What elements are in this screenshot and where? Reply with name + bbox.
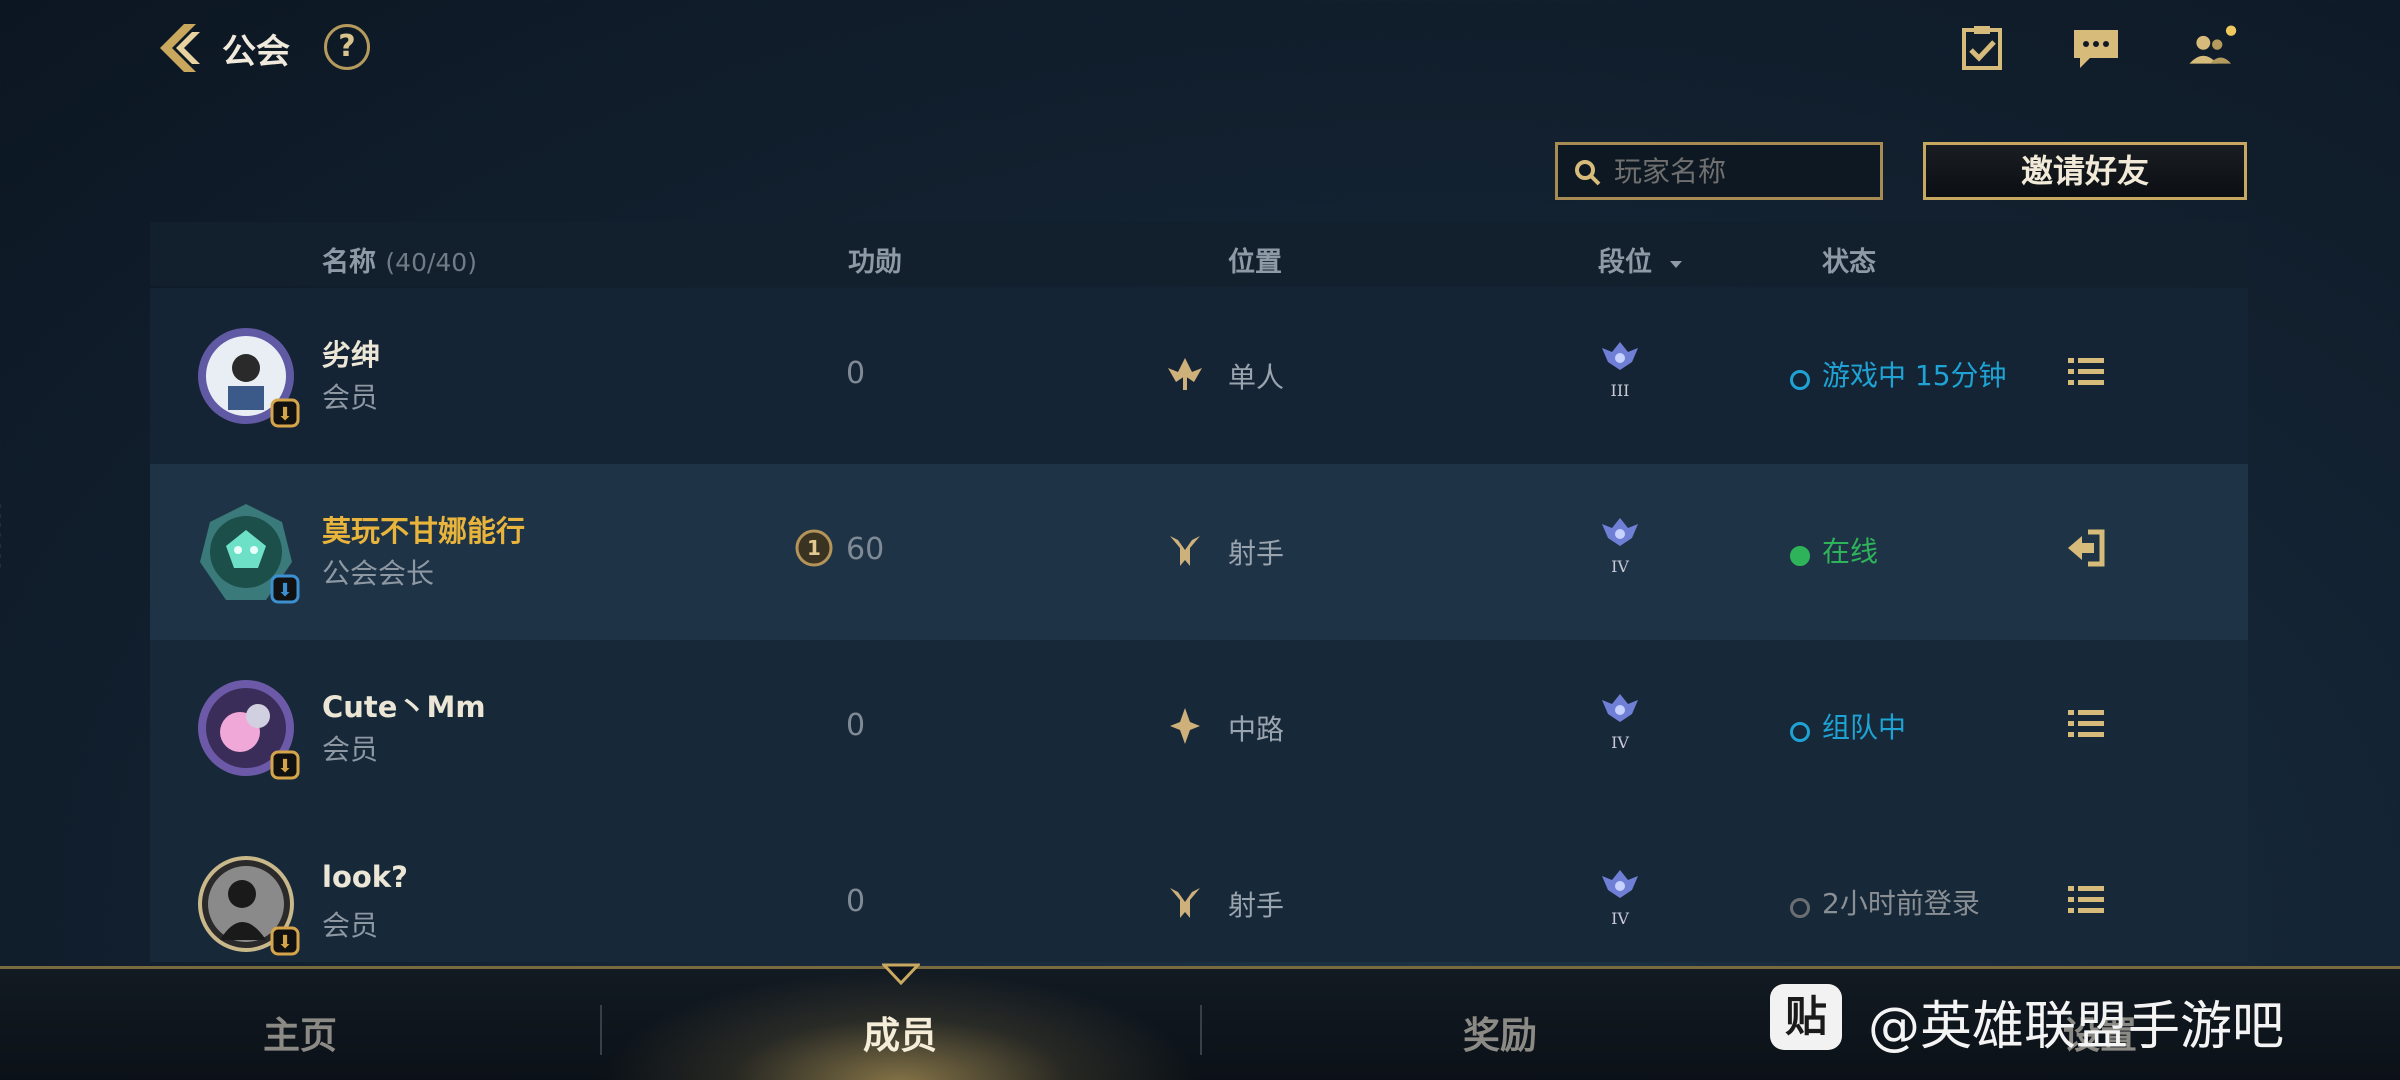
table-row[interactable]: ⬇ look? 会员 0 射手 IV 2小时前登录 [150,816,2248,962]
rank-emblem-icon: IV [1602,694,1638,752]
member-merit: 60 [846,532,885,567]
table-row[interactable]: ⬇ 劣绅 会员 0 单人 III 游戏中 15分钟 [150,288,2248,464]
member-status: 在线 [1822,535,1879,568]
menu-list-icon[interactable] [2066,352,2106,392]
member-status: 游戏中 15分钟 [1822,359,2007,392]
checklist-icon[interactable] [1956,22,2008,74]
search-input[interactable] [1614,151,1874,191]
player-search[interactable] [1555,142,1883,200]
column-name-label: 名称 [322,247,376,278]
merit-badge-number: 1 [807,536,821,560]
member-role: 会员 [322,381,379,414]
member-merit: 0 [846,884,866,919]
status-dot [1790,370,1810,390]
member-role: 公会会长 [322,557,435,590]
member-position: 中路 [1228,713,1285,746]
help-icon[interactable]: ? [324,24,370,70]
status-dot [1790,722,1810,742]
rank-tier: IV [1611,733,1629,752]
member-name: 劣绅 [322,338,381,372]
tab-rewards[interactable]: 奖励 [1350,1005,1650,1059]
svg-text:⬇: ⬇ [277,756,292,777]
tab-divider [600,1005,602,1055]
rank-emblem-icon: IV [1602,518,1638,576]
chat-icon[interactable] [2070,22,2122,74]
marksman-icon [1170,888,1200,918]
member-name: look? [322,860,408,894]
column-rank[interactable]: 段位 [1598,240,1685,279]
member-name: 莫玩不甘娜能行 [322,514,526,548]
member-position: 射手 [1228,537,1285,570]
friends-icon[interactable] [2186,22,2238,74]
top-bar: 公会 ? [0,0,2400,100]
member-status: 组队中 [1822,711,1907,744]
status-dot [1790,546,1810,566]
column-rank-label: 段位 [1598,247,1652,278]
marksman-icon [1170,536,1200,566]
menu-list-icon[interactable] [2066,880,2106,920]
back-arrow-icon[interactable] [150,18,210,78]
rank-tier: IV [1611,557,1629,576]
tieba-logo-icon: 贴 [1770,984,1842,1050]
member-position: 单人 [1228,361,1285,394]
rank-emblem-icon: III [1602,342,1638,400]
member-name: Cute丶Mm [322,690,486,724]
search-icon [1575,160,1601,186]
avatar[interactable]: ⬇ [196,854,300,958]
table-header: 名称 (40/40) 功勋 位置 段位 状态 [150,222,2248,286]
svg-text:⬇: ⬇ [277,580,292,601]
active-tab-indicator-icon [882,963,920,985]
menu-list-icon[interactable] [2066,704,2106,744]
tab-divider [1200,1005,1202,1055]
watermark-text: @英雄联盟手游吧 [1868,997,2285,1057]
column-merit[interactable]: 功勋 [848,240,902,279]
svg-text:⬇: ⬇ [277,404,292,425]
leave-guild-icon[interactable] [2066,528,2106,568]
table-row[interactable]: ⬇ Cute丶Mm 会员 0 中路 IV 组队中 [150,640,2248,816]
column-position[interactable]: 位置 [1228,240,1282,279]
member-role: 会员 [322,909,379,942]
member-position: 射手 [1228,889,1285,922]
member-table: 名称 (40/40) 功勋 位置 段位 状态 ⬇ 劣绅 会员 0 单人 III … [150,222,2248,962]
merit-rank-badge-icon: 1 [795,529,833,567]
status-dot [1790,898,1810,918]
member-count: (40/40) [385,248,477,277]
avatar[interactable]: ⬇ [196,678,300,782]
member-merit: 0 [846,356,866,391]
rank-emblem-icon: IV [1602,870,1638,928]
page-title: 公会 [222,32,290,72]
rank-tier: IV [1611,909,1629,928]
avatar[interactable]: ⬇ [196,502,300,606]
svg-text:⬇: ⬇ [277,932,292,953]
tab-home[interactable]: 主页 [150,1005,450,1059]
member-role: 会员 [322,733,379,766]
table-row[interactable]: ⬇ 莫玩不甘娜能行 公会会长 1 60 射手 IV 在线 [150,464,2248,640]
side-code: 6632883 [0,500,4,572]
solo-lane-icon [1168,358,1202,390]
member-status: 2小时前登录 [1822,887,1980,920]
member-merit: 0 [846,708,866,743]
rank-tier: III [1611,381,1630,400]
tab-members[interactable]: 成员 [750,1005,1050,1059]
column-name[interactable]: 名称 (40/40) [322,240,477,279]
mid-lane-icon [1170,708,1200,744]
sort-down-icon [1670,260,1683,268]
avatar[interactable]: ⬇ [196,326,300,430]
invite-friends-button[interactable]: 邀请好友 [1923,142,2247,200]
column-status[interactable]: 状态 [1822,240,1876,279]
